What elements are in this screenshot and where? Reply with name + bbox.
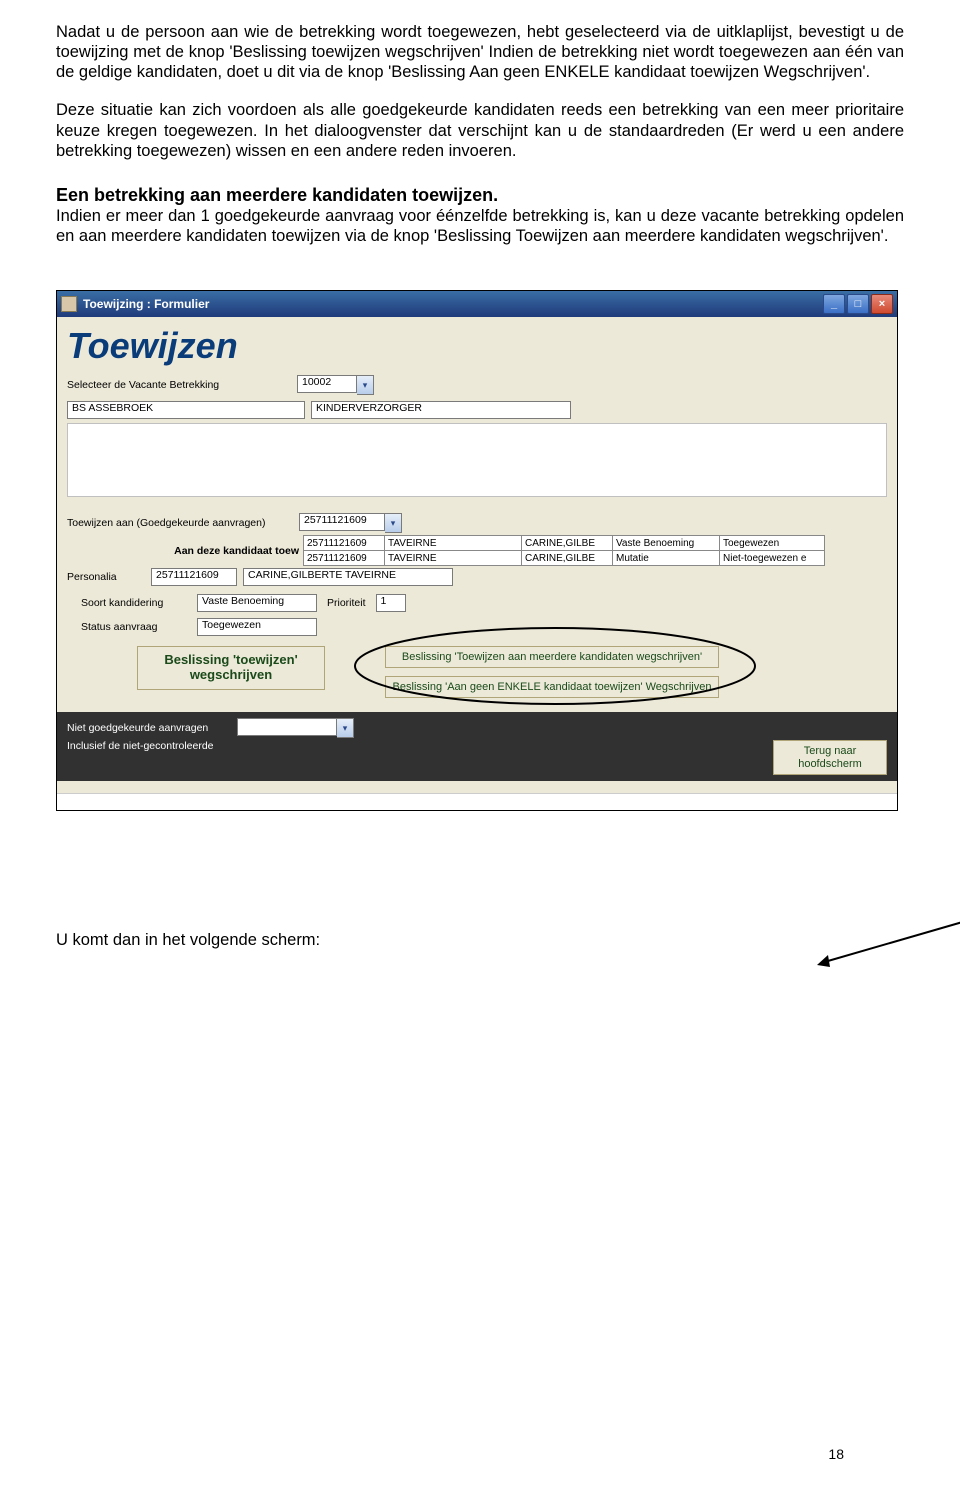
form-window: Toewijzing : Formulier _ □ × Toewijzen S… xyxy=(56,290,898,811)
kandidaten-grid[interactable]: 25711121609 TAVEIRNE CARINE,GILBE Vaste … xyxy=(303,535,825,566)
section-heading: Een betrekking aan meerdere kandidaten t… xyxy=(56,185,904,206)
chevron-down-icon[interactable]: ▾ xyxy=(357,375,374,395)
form-heading: Toewijzen xyxy=(67,325,887,367)
footer-paragraph: U komt dan in het volgende scherm: xyxy=(56,931,904,950)
kandidaat-id-field[interactable]: 25711121609 xyxy=(299,513,385,531)
minimize-button[interactable]: _ xyxy=(823,294,845,314)
label-prioriteit: Prioriteit xyxy=(317,597,376,609)
table-row[interactable]: 25711121609 TAVEIRNE CARINE,GILBE Vaste … xyxy=(304,536,825,551)
label-select-betrekking: Selecteer de Vacante Betrekking xyxy=(67,379,297,391)
maximize-button[interactable]: □ xyxy=(847,294,869,314)
window-icon xyxy=(61,296,77,312)
window-title: Toewijzing : Formulier xyxy=(83,297,209,311)
label-aan-deze: Aan deze kandidaat toew xyxy=(67,545,303,557)
betrekking-id-field[interactable]: 10002 xyxy=(297,375,357,393)
terug-button[interactable]: Terug naar hoofdscherm xyxy=(773,740,887,775)
soort-field[interactable]: Vaste Benoeming xyxy=(197,594,317,612)
chevron-down-icon[interactable]: ▾ xyxy=(385,513,402,533)
label-niet-goedgekeurd: Niet goedgekeurde aanvragen xyxy=(67,722,237,734)
personalia-name-field[interactable]: CARINE,GILBERTE TAVEIRNE xyxy=(243,568,453,586)
close-button[interactable]: × xyxy=(871,294,893,314)
label-status: Status aanvraag xyxy=(67,621,197,633)
annotation-arrow xyxy=(816,915,960,995)
window-titlebar: Toewijzing : Formulier _ □ × xyxy=(57,291,897,317)
school-field[interactable]: BS ASSEBROEK xyxy=(67,401,305,419)
cell: TAVEIRNE xyxy=(385,536,522,551)
label-toewijzen-aan: Toewijzen aan (Goedgekeurde aanvragen) xyxy=(67,517,299,529)
prioriteit-field[interactable]: 1 xyxy=(376,594,406,612)
cell: 25711121609 xyxy=(304,536,385,551)
niet-goedgekeurd-field[interactable] xyxy=(237,718,337,736)
page-number: 18 xyxy=(828,1446,844,1462)
status-field[interactable]: Toegewezen xyxy=(197,618,317,636)
paragraph-3: Indien er meer dan 1 goedgekeurde aanvra… xyxy=(56,206,904,246)
empty-block-1 xyxy=(67,423,887,497)
cell: Mutatie xyxy=(613,551,720,566)
cell: CARINE,GILBE xyxy=(522,551,613,566)
cell: 25711121609 xyxy=(304,551,385,566)
cell: Toegewezen xyxy=(720,536,825,551)
cell: Vaste Benoeming xyxy=(613,536,720,551)
table-row[interactable]: 25711121609 TAVEIRNE CARINE,GILBE Mutati… xyxy=(304,551,825,566)
toewijzen-meerdere-button[interactable]: Beslissing 'Toewijzen aan meerdere kandi… xyxy=(385,646,719,668)
cell: Niet-toegewezen e xyxy=(720,551,825,566)
label-inclusief: Inclusief de niet-gecontroleerde xyxy=(67,740,367,752)
geen-enkele-button[interactable]: Beslissing 'Aan geen ENKELE kandidaat to… xyxy=(385,676,719,698)
label-soort: Soort kandidering xyxy=(67,597,197,609)
functie-field[interactable]: KINDERVERZORGER xyxy=(311,401,571,419)
kandidaat-combo[interactable]: 25711121609 ▾ xyxy=(299,513,402,533)
betrekking-combo[interactable]: 10002 ▾ xyxy=(297,375,374,395)
personalia-id-field[interactable]: 25711121609 xyxy=(151,568,237,586)
cell: TAVEIRNE xyxy=(385,551,522,566)
paragraph-1: Nadat u de persoon aan wie de betrekking… xyxy=(56,22,904,82)
label-personalia: Personalia xyxy=(67,571,151,583)
cell: CARINE,GILBE xyxy=(522,536,613,551)
beslissing-toewijzen-button[interactable]: Beslissing 'toewijzen' wegschrijven xyxy=(137,646,325,690)
paragraph-2: Deze situatie kan zich voordoen als alle… xyxy=(56,100,904,160)
chevron-down-icon[interactable]: ▾ xyxy=(337,718,354,738)
niet-goedgekeurd-combo[interactable]: ▾ xyxy=(237,718,354,738)
form-footer xyxy=(57,793,897,810)
